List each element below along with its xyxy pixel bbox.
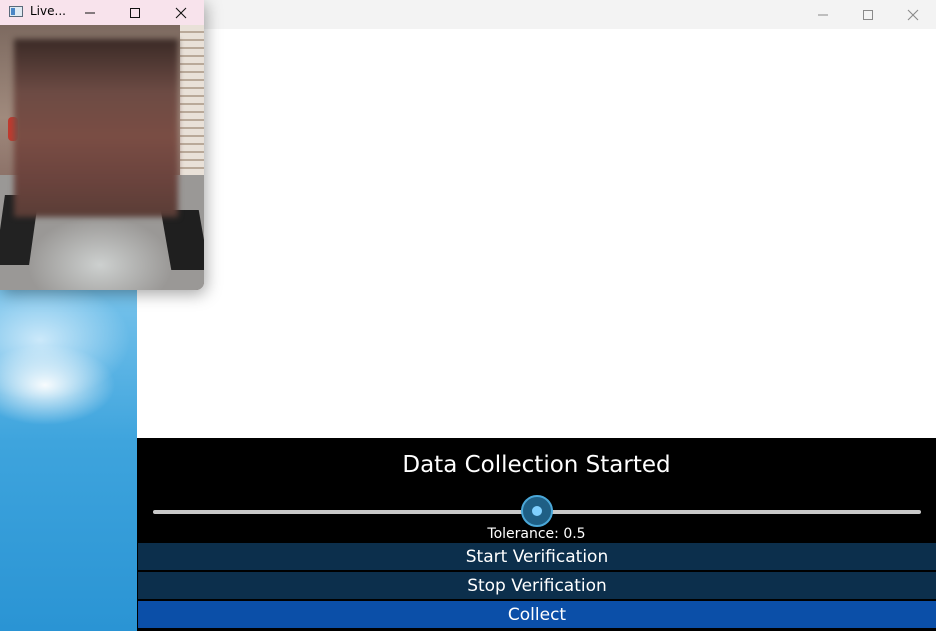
minimize-icon[interactable] (800, 0, 846, 29)
camera-canvas-area (137, 29, 936, 438)
close-icon[interactable] (158, 0, 203, 25)
minimize-icon[interactable] (67, 0, 112, 25)
live-window-title: Live... (30, 4, 66, 18)
tolerance-slider-thumb[interactable] (521, 495, 553, 527)
live-preview-window: Live... (0, 0, 204, 290)
main-window: Data Collection Started Tolerance: 0.5 S… (137, 0, 936, 631)
blurred-face (14, 39, 178, 217)
live-titlebar[interactable]: Live... (0, 0, 204, 25)
main-titlebar[interactable] (137, 0, 936, 29)
start-verification-button[interactable]: Start Verification (138, 543, 936, 570)
status-label: Data Collection Started (402, 452, 671, 478)
maximize-icon[interactable] (845, 0, 891, 29)
close-icon[interactable] (890, 0, 936, 29)
stop-verification-button[interactable]: Stop Verification (138, 572, 936, 599)
live-video-feed (0, 25, 204, 290)
slider-thumb-dot (532, 506, 542, 516)
app-window-icon (9, 6, 23, 17)
collect-button[interactable]: Collect (138, 601, 936, 628)
tolerance-label: Tolerance: 0.5 (487, 526, 586, 542)
maximize-icon[interactable] (112, 0, 157, 25)
control-panel: Data Collection Started Tolerance: 0.5 S… (137, 438, 936, 631)
